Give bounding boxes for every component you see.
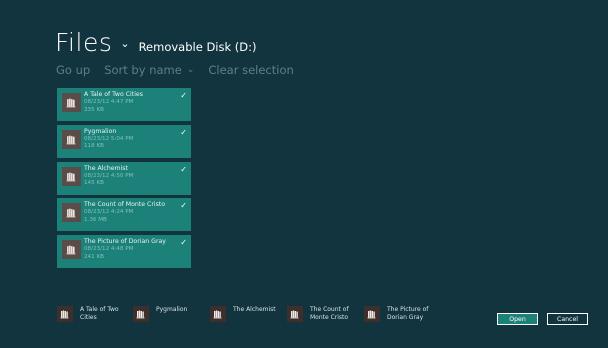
book-library-icon bbox=[62, 129, 81, 149]
go-up-button[interactable]: Go up bbox=[56, 63, 90, 77]
basket-label-line: The Picture of bbox=[387, 306, 429, 313]
file-size: 241 KB bbox=[84, 253, 104, 260]
selected-check-icon: ✓ bbox=[180, 238, 187, 248]
basket-item-label: A Tale of Two Cities bbox=[80, 306, 119, 322]
basket-label-line: Monte Cristo bbox=[310, 314, 349, 321]
file-name: The Alchemist bbox=[84, 164, 128, 172]
file-name: The Count of Monte Cristo bbox=[84, 201, 166, 209]
file-tile[interactable]: The Alchemist 08/23/12 4:50 PM 145 KB ✓ bbox=[57, 161, 191, 195]
sort-chevron-down-icon: ⌄ bbox=[186, 65, 195, 75]
basket-label-line: Cities bbox=[80, 314, 97, 321]
selected-check-icon: ✓ bbox=[180, 201, 187, 211]
sort-by-name-button[interactable]: Sort by name ⌄ bbox=[104, 63, 194, 77]
page-header: Files ⌄ Removable Disk (D:) bbox=[55, 28, 257, 57]
basket-label-line: The Count of bbox=[310, 306, 349, 313]
book-library-icon bbox=[57, 306, 73, 322]
book-library-icon bbox=[364, 306, 380, 322]
file-date: 08/23/12 4:50 PM bbox=[84, 172, 134, 179]
basket-item-label: The Count of Monte Cristo bbox=[310, 306, 349, 322]
cancel-button[interactable]: Cancel bbox=[547, 313, 588, 325]
file-size: 335 KB bbox=[84, 106, 104, 113]
basket-item-label: The Alchemist bbox=[233, 306, 276, 314]
file-date: 08/23/12 4:24 PM bbox=[84, 209, 134, 216]
file-size: 118 KB bbox=[84, 143, 104, 150]
basket-item[interactable]: Pygmalion bbox=[133, 306, 210, 322]
location-chevron-down-icon[interactable]: ⌄ bbox=[120, 37, 129, 50]
file-tile[interactable]: The Count of Monte Cristo 08/23/12 4:24 P… bbox=[57, 198, 191, 232]
basket-label-line: Dorian Gray bbox=[387, 314, 424, 321]
file-date: 08/23/12 4:48 PM bbox=[84, 246, 134, 253]
file-tile[interactable]: The Picture of Dorian Gray 08/23/12 4:48 … bbox=[57, 235, 191, 269]
book-library-icon bbox=[133, 306, 149, 322]
file-date: 08/23/12 4:47 PM bbox=[84, 99, 134, 105]
book-library-icon bbox=[287, 306, 303, 322]
file-tile[interactable]: A Tale of Two Cities 08/23/12 4:47 PM 335 … bbox=[57, 88, 191, 121]
book-library-icon bbox=[62, 203, 81, 223]
book-library-icon bbox=[62, 240, 81, 260]
clear-selection-button[interactable]: Clear selection bbox=[208, 63, 293, 77]
file-size: 1.36 MB bbox=[84, 216, 107, 223]
file-info: The Alchemist 08/23/12 4:50 PM 145 KB bbox=[84, 165, 176, 188]
file-info: Pygmalion 08/23/12 5:04 PM 118 KB bbox=[84, 128, 176, 151]
selection-basket: A Tale of Two Cities Pygmalion The Alchemis… bbox=[57, 306, 441, 322]
book-library-icon bbox=[210, 306, 226, 322]
basket-label-line: A Tale of Two bbox=[80, 306, 119, 313]
page-title: Files bbox=[55, 28, 113, 57]
sort-label: Sort by name bbox=[104, 63, 182, 77]
basket-item[interactable]: The Alchemist bbox=[210, 306, 287, 322]
basket-item-label: Pygmalion bbox=[156, 306, 187, 314]
file-info: A Tale of Two Cities 08/23/12 4:47 PM 335 … bbox=[84, 91, 176, 114]
file-name: The Picture of Dorian Gray bbox=[84, 238, 166, 246]
file-tile[interactable]: Pygmalion 08/23/12 5:04 PM 118 KB ✓ bbox=[57, 124, 191, 158]
file-info: The Picture of Dorian Gray 08/23/12 4:48 … bbox=[84, 238, 176, 261]
file-date: 08/23/12 5:04 PM bbox=[84, 135, 134, 142]
command-bar: Go up Sort by name ⌄ Clear selection bbox=[56, 63, 294, 77]
book-library-icon bbox=[62, 166, 81, 186]
file-name: A Tale of Two Cities bbox=[84, 91, 143, 98]
open-button[interactable]: Open bbox=[497, 313, 538, 325]
basket-item-label: The Picture of Dorian Gray bbox=[387, 306, 428, 322]
selected-check-icon: ✓ bbox=[180, 91, 187, 100]
selected-check-icon: ✓ bbox=[180, 127, 187, 137]
location-dropdown[interactable]: Removable Disk (D:) bbox=[139, 40, 257, 54]
basket-item[interactable]: A Tale of Two Cities bbox=[57, 306, 133, 322]
selected-check-icon: ✓ bbox=[180, 164, 187, 174]
book-library-icon bbox=[62, 93, 81, 112]
file-list: A Tale of Two Cities 08/23/12 4:47 PM 335 … bbox=[57, 88, 191, 272]
basket-label-line: The Alchemist bbox=[233, 306, 276, 313]
basket-label-line: Pygmalion bbox=[156, 306, 188, 313]
file-size: 145 KB bbox=[84, 180, 104, 187]
basket-item[interactable]: The Picture of Dorian Gray bbox=[364, 306, 441, 322]
file-info: The Count of Monte Cristo 08/23/12 4:24 P… bbox=[84, 201, 176, 224]
file-name: Pygmalion bbox=[84, 127, 117, 135]
basket-item[interactable]: The Count of Monte Cristo bbox=[287, 306, 364, 322]
